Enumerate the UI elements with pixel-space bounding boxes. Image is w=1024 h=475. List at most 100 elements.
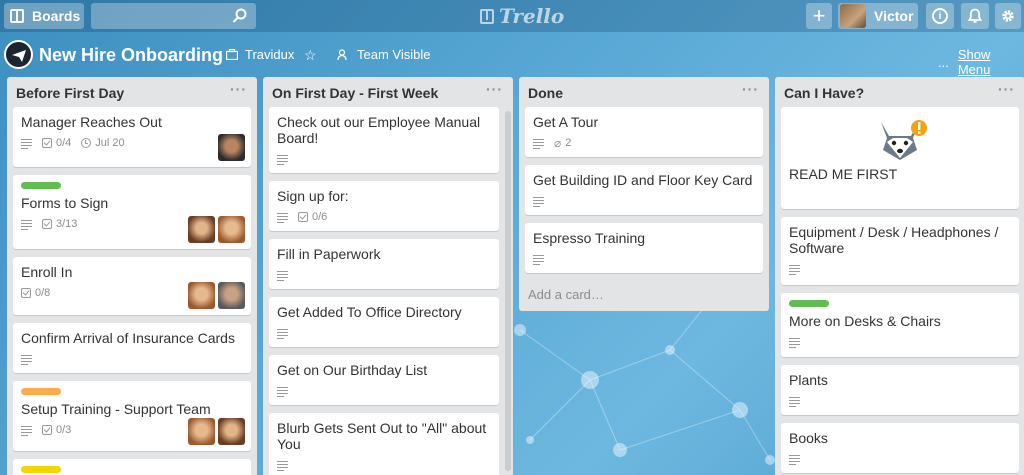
avatar[interactable]	[218, 418, 245, 445]
settings-button[interactable]	[995, 3, 1021, 29]
list-title[interactable]: Done ···	[519, 77, 769, 107]
card[interactable]: Confirm Arrival of Insurance Cards	[13, 323, 251, 373]
star-button[interactable]: ☆	[304, 47, 317, 64]
avatar[interactable]	[188, 282, 215, 309]
card-container: Check out our Employee Manual Board! Sig…	[263, 107, 513, 475]
avatar[interactable]	[218, 134, 245, 161]
info-button[interactable]: i	[926, 3, 954, 29]
board-title[interactable]: New Hire Onboarding	[39, 45, 223, 66]
visibility-button[interactable]: Team Visible	[337, 47, 430, 62]
card-title: Forms to Sign	[21, 195, 109, 211]
card-title: Get Building ID and Floor Key Card	[533, 172, 753, 188]
card-label-green[interactable]	[21, 182, 61, 189]
avatar[interactable]	[188, 216, 215, 243]
airplane-icon	[11, 49, 26, 62]
board-avatar[interactable]	[4, 40, 33, 69]
card-badges: 0/4 Jul 20	[21, 136, 243, 150]
card-members	[188, 282, 245, 309]
checklist-count: 0/8	[35, 287, 51, 299]
list-on-first-day: On First Day - First Week ··· Check out …	[263, 77, 513, 475]
card-badges	[21, 352, 243, 366]
description-badge	[533, 254, 544, 265]
card[interactable]	[13, 459, 251, 475]
add-button[interactable]: +	[806, 3, 832, 29]
list-title[interactable]: Can I Have? ···	[775, 77, 1024, 107]
show-menu-button[interactable]: ... Show Menu	[938, 47, 1024, 77]
card-badges	[277, 326, 491, 340]
card-title: Fill in Paperwork	[277, 246, 381, 262]
description-icon	[533, 138, 544, 149]
add-card-button[interactable]: Add a card…	[519, 281, 769, 310]
checklist-icon	[42, 138, 52, 148]
description-badge	[277, 154, 288, 165]
description-icon	[533, 254, 544, 265]
list-menu-icon[interactable]: ···	[486, 81, 503, 97]
notifications-button[interactable]	[961, 3, 989, 29]
checklist-icon	[42, 219, 52, 229]
card[interactable]: Get Added To Office Directory	[269, 297, 499, 347]
card[interactable]: Get on Our Birthday List	[269, 355, 499, 405]
team-link[interactable]: Travidux	[226, 47, 294, 62]
gear-icon	[1002, 10, 1014, 22]
card-title: Books	[789, 430, 828, 446]
description-badge	[277, 270, 288, 281]
avatar[interactable]	[218, 216, 245, 243]
description-icon	[789, 454, 800, 465]
card[interactable]: Setup Training - Support Team 0/3	[13, 381, 251, 451]
card-label-yellow[interactable]	[21, 466, 61, 473]
show-menu-label: Show Menu	[957, 47, 991, 77]
card[interactable]: Espresso Training	[525, 223, 763, 273]
card[interactable]: Fill in Paperwork	[269, 239, 499, 289]
list-title[interactable]: Before First Day ···	[7, 77, 257, 107]
card-title: Get on Our Birthday List	[277, 362, 428, 378]
boards-button[interactable]: Boards	[4, 3, 84, 29]
boards-icon	[10, 9, 24, 23]
card[interactable]: Forms to Sign 3/13	[13, 175, 251, 249]
card-badges	[533, 252, 755, 266]
card-title: More on Desks & Chairs	[789, 313, 941, 329]
card[interactable]: Check out our Employee Manual Board!	[269, 107, 499, 173]
boards-label: Boards	[32, 8, 81, 24]
list-done: Done ··· Get A Tour ⌀ 2 Get Building ID a…	[519, 77, 769, 311]
description-icon	[277, 154, 288, 165]
card[interactable]: Get Building ID and Floor Key Card	[525, 165, 763, 215]
list-title-text: Can I Have?	[784, 85, 865, 101]
card[interactable]: Equipment / Desk / Headphones / Software	[781, 217, 1019, 285]
card[interactable]: Books	[781, 423, 1019, 473]
description-badge	[789, 396, 800, 407]
card-title: Enroll In	[21, 264, 73, 280]
card-members	[188, 216, 245, 243]
attachment-count: 2	[565, 137, 572, 149]
description-icon	[789, 396, 800, 407]
card[interactable]: Manager Reaches Out 0/4 Jul 20	[13, 107, 251, 167]
description-icon	[533, 196, 544, 207]
avatar[interactable]	[188, 418, 215, 445]
card[interactable]: Enroll In 0/8	[13, 257, 251, 315]
clock-icon	[81, 138, 92, 148]
card[interactable]: Plants	[781, 365, 1019, 415]
user-menu-button[interactable]: Victor	[838, 3, 918, 29]
search-icon[interactable]	[232, 8, 248, 24]
list-title-text: Before First Day	[16, 85, 125, 101]
card[interactable]: More on Desks & Chairs	[781, 293, 1019, 357]
card[interactable]: Sign up for: 0/6	[269, 181, 499, 231]
checklist-badge: 0/6	[298, 211, 327, 223]
description-icon	[21, 425, 32, 436]
list-scrollbar[interactable]	[505, 111, 511, 471]
card-label-orange[interactable]	[21, 388, 61, 395]
list-title-text: On First Day - First Week	[272, 85, 439, 101]
list-title-text: Done	[528, 85, 563, 101]
card[interactable]: Get A Tour ⌀ 2	[525, 107, 763, 157]
card[interactable]: Blurb Gets Sent Out to "All" about You	[269, 413, 499, 475]
list-title[interactable]: On First Day - First Week ···	[263, 77, 513, 107]
trello-logo[interactable]: Trello	[480, 4, 564, 28]
checklist-badge: 0/8	[21, 287, 50, 299]
due-date-badge: Jul 20	[81, 137, 125, 149]
list-menu-icon[interactable]: ···	[998, 81, 1015, 97]
list-menu-icon[interactable]: ···	[230, 81, 247, 97]
card-label-green[interactable]	[789, 300, 829, 307]
card[interactable]: READ ME FIRST	[781, 107, 1019, 209]
avatar[interactable]	[218, 282, 245, 309]
list-menu-icon[interactable]: ···	[742, 81, 759, 97]
description-badge	[789, 264, 800, 275]
